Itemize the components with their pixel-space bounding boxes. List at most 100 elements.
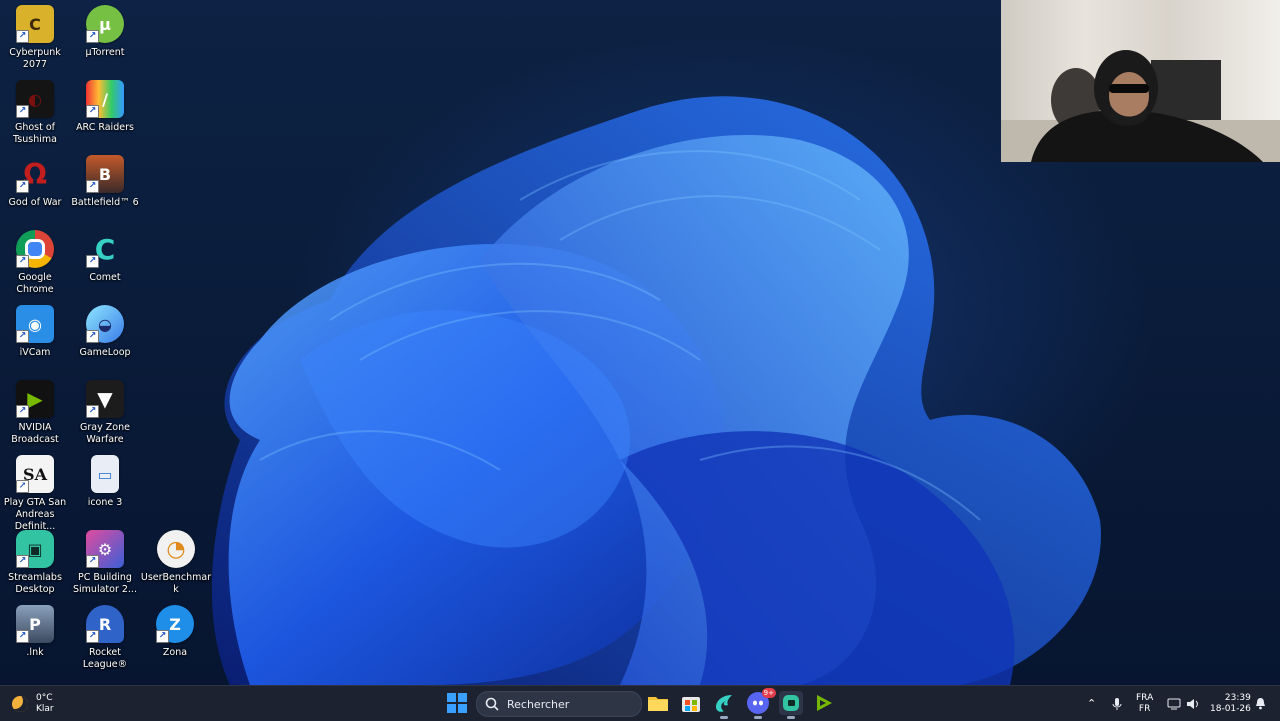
- store-icon: [682, 697, 700, 712]
- desktop-icon-label: Streamlabs Desktop: [8, 572, 62, 595]
- network-icon: [1167, 698, 1181, 709]
- pc-building-simulator-icon: ⚙ ↗: [86, 530, 124, 568]
- desktop-icon-zona[interactable]: Z ↗ Zona: [140, 602, 210, 674]
- taskbar-file-explorer[interactable]: [646, 691, 670, 715]
- shortcut-arrow-icon: ↗: [86, 255, 99, 268]
- desktop-icon-google-chrome[interactable]: ↗ Google Chrome: [0, 227, 70, 299]
- desktop-icon-utorrent[interactable]: µ ↗ µTorrent: [70, 2, 140, 74]
- weather-widget[interactable]: 0°C Klar: [12, 686, 54, 721]
- taskbar-streamlabs[interactable]: [779, 691, 803, 719]
- cyberpunk-icon: C ↗: [16, 5, 54, 43]
- desktop-icon-label: Ghost of Tsushima: [13, 122, 57, 145]
- desktop-icon-streamlabs-desktop[interactable]: ▣ ↗ Streamlabs Desktop: [0, 527, 70, 599]
- speaker-icon: [1187, 698, 1198, 709]
- desktop-icon-cyberpunk-2077[interactable]: C ↗ Cyberpunk 2077: [0, 2, 70, 74]
- desktop-icon-gta-san-andreas[interactable]: SA ↗ Play GTA San Andreas Definit...: [0, 452, 70, 532]
- tray-volume[interactable]: [1186, 686, 1200, 721]
- userbenchmark-icon: ◔: [157, 530, 195, 568]
- desktop-icon-label: µTorrent: [85, 47, 125, 58]
- gray-zone-warfare-icon: ▼ ↗: [86, 380, 124, 418]
- shortcut-arrow-icon: ↗: [16, 105, 29, 118]
- file-icon: ▭: [91, 455, 119, 493]
- shortcut-arrow-icon: ↗: [16, 255, 29, 268]
- desktop-icon-god-of-war[interactable]: Ω ↗ God of War: [0, 152, 70, 224]
- desktop-icon-label: Cyberpunk 2077: [9, 47, 61, 70]
- shortcut-arrow-icon: ↗: [16, 630, 29, 643]
- windows-logo-icon: [447, 693, 467, 713]
- language-indicator[interactable]: FRA FR: [1136, 686, 1153, 721]
- desktop-icon-gray-zone-warfare[interactable]: ▼ ↗ Gray Zone Warfare: [70, 377, 140, 449]
- desktop-icon-label: Battlefield™ 6: [71, 197, 139, 208]
- taskbar-comet-browser[interactable]: [712, 691, 736, 719]
- shortcut-arrow-icon: ↗: [16, 480, 29, 493]
- desktop-icon-label: PC Building Simulator 2...: [73, 572, 137, 595]
- rocket-league-icon: R ↗: [86, 605, 124, 643]
- desktop-icon-label: UserBenchmark: [140, 572, 212, 595]
- shortcut-arrow-icon: ↗: [156, 630, 169, 643]
- tray-network[interactable]: [1167, 686, 1181, 721]
- desktop-icon-label: .lnk: [26, 647, 44, 658]
- shortcut-arrow-icon: ↗: [86, 330, 99, 343]
- notification-center-button[interactable]: [1254, 686, 1267, 721]
- taskbar-nvidia[interactable]: [812, 691, 836, 715]
- search-icon: [485, 697, 499, 711]
- desktop-icon-lnk[interactable]: P ↗ .lnk: [0, 602, 70, 674]
- microphone-icon: [1112, 697, 1122, 710]
- notification-badge: 9+: [761, 688, 776, 698]
- arc-raiders-icon: / ↗: [86, 80, 124, 118]
- desktop-icon-arc-raiders[interactable]: / ↗ ARC Raiders: [70, 77, 140, 149]
- search-placeholder: Rechercher: [507, 697, 570, 711]
- desktop-icon-nvidia-broadcast[interactable]: ▶ ↗ NVIDIA Broadcast: [0, 377, 70, 449]
- shortcut-arrow-icon: ↗: [86, 105, 99, 118]
- desktop: C ↗ Cyberpunk 2077 µ ↗ µTorrent ◐ ↗ Ghost o…: [0, 0, 1280, 685]
- bell-icon: [1256, 698, 1265, 710]
- gameloop-icon: ◒ ↗: [86, 305, 124, 343]
- taskbar: 0°C Klar Rechercher 9+ ⌃ FRA FR 23:39 18…: [0, 685, 1280, 721]
- desktop-icon-ivcam[interactable]: ◉ ↗ iVCam: [0, 302, 70, 374]
- clock-date: 18-01-26: [1210, 703, 1251, 714]
- streamlabs-icon: [783, 695, 799, 711]
- clock[interactable]: 23:39 18-01-26: [1210, 686, 1251, 721]
- comet-icon: [716, 695, 732, 712]
- language-code: FRA: [1136, 692, 1154, 703]
- desktop-icon-ghost-of-tsushima[interactable]: ◐ ↗ Ghost of Tsushima: [0, 77, 70, 149]
- shortcut-arrow-icon: ↗: [16, 555, 29, 568]
- desktop-icon-rocket-league[interactable]: R ↗ Rocket League®: [70, 602, 140, 674]
- nvidia-broadcast-icon: ▶ ↗: [16, 380, 54, 418]
- desktop-icon-userbenchmark[interactable]: ◔ UserBenchmark: [140, 527, 212, 599]
- shortcut-arrow-icon: ↗: [86, 180, 99, 193]
- shortcut-arrow-icon: ↗: [16, 30, 29, 43]
- webcam-overlay: [1001, 0, 1280, 162]
- folder-icon: [648, 697, 668, 711]
- desktop-icon-battlefield-6[interactable]: B ↗ Battlefield™ 6: [70, 152, 140, 224]
- taskbar-discord[interactable]: 9+: [746, 688, 776, 719]
- desktop-icon-comet[interactable]: C ↗ Comet: [70, 227, 140, 299]
- taskbar-microsoft-store[interactable]: [679, 691, 703, 715]
- webcam-feed-image: [1001, 50, 1280, 162]
- desktop-icon-gameloop[interactable]: ◒ ↗ GameLoop: [70, 302, 140, 374]
- tray-overflow-button[interactable]: ⌃: [1087, 686, 1096, 721]
- comet-icon: C ↗: [86, 230, 124, 268]
- desktop-icon-label: Zona: [162, 647, 188, 658]
- pubg-icon: P ↗: [16, 605, 54, 643]
- shortcut-arrow-icon: ↗: [16, 405, 29, 418]
- chevron-up-icon: ⌃: [1087, 697, 1097, 710]
- desktop-icon-label: ARC Raiders: [76, 122, 134, 133]
- desktop-icon-label: GameLoop: [79, 347, 131, 358]
- shortcut-arrow-icon: ↗: [86, 405, 99, 418]
- desktop-icon-label: God of War: [8, 197, 62, 208]
- start-button[interactable]: [446, 692, 470, 716]
- desktop-icon-pc-building-simulator-2[interactable]: ⚙ ↗ PC Building Simulator 2...: [70, 527, 140, 599]
- desktop-icon-label: Rocket League®: [82, 647, 128, 670]
- tray-microphone[interactable]: [1111, 686, 1123, 721]
- search-box[interactable]: Rechercher: [476, 691, 642, 717]
- weather-temperature: 0°C: [36, 692, 53, 703]
- utorrent-icon: µ ↗: [86, 5, 124, 43]
- moon-weather-icon: [12, 695, 28, 712]
- shortcut-arrow-icon: ↗: [86, 30, 99, 43]
- keyboard-layout: FR: [1138, 703, 1151, 714]
- desktop-icon-label: Comet: [89, 272, 121, 283]
- streamlabs-icon: ▣ ↗: [16, 530, 54, 568]
- shortcut-arrow-icon: ↗: [86, 630, 99, 643]
- desktop-icon-icone-3[interactable]: ▭ icone 3: [70, 452, 140, 524]
